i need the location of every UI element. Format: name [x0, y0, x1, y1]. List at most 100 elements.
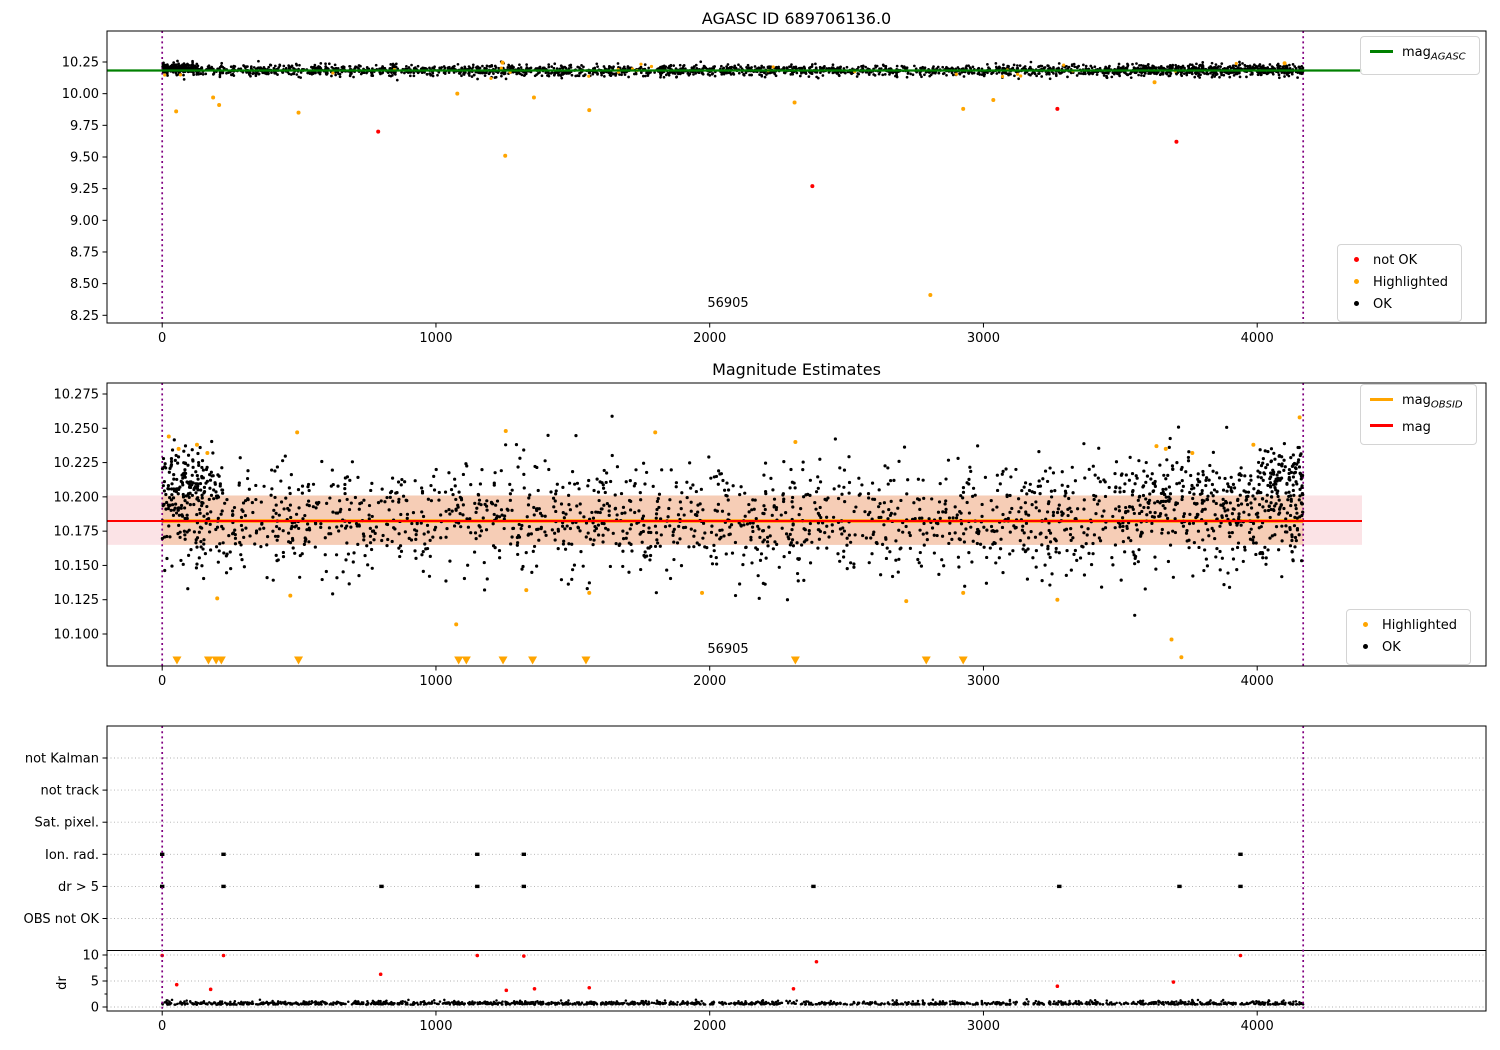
dr-axis-label: dr: [55, 976, 70, 990]
legend-item: magAGASC: [1370, 42, 1466, 69]
dr-not-ok-point: [174, 982, 179, 987]
highlighted-point: [166, 434, 171, 439]
flag-category-label: not track: [40, 784, 99, 799]
middle-plot-title: Magnitude Estimates: [712, 360, 881, 379]
dr-gt5-flag: [1057, 884, 1062, 889]
ion-rad-flag: [521, 852, 527, 856]
mag-line-swatch: [1370, 424, 1393, 428]
dr-gt5-flag: [379, 884, 384, 889]
y-tick-label: 9.25: [70, 182, 99, 197]
legend-label: OK: [1382, 640, 1401, 655]
highlighted-point: [215, 596, 220, 601]
highlighted-point: [524, 588, 529, 593]
flag-category-label: Ion. rad.: [45, 848, 99, 863]
y-tick-label: 8.75: [70, 245, 99, 260]
legend-item: OK: [1356, 637, 1457, 659]
ok-dot-swatch: [1354, 301, 1359, 306]
highlighted-point: [653, 430, 658, 435]
not-ok-dot-swatch: [1354, 257, 1359, 262]
x-tick-label: 3000: [967, 674, 1000, 689]
dr-not-ok-point: [1238, 953, 1243, 958]
highlighted-point: [1282, 61, 1287, 66]
below-range-marker: [203, 656, 213, 665]
legend-label: magOBSID: [1402, 393, 1463, 411]
highlighted-point: [500, 60, 505, 65]
dr-not-ok-point: [475, 953, 480, 958]
middle-plot-data: [107, 383, 1362, 666]
dr-not-ok-point: [522, 954, 526, 958]
dr-not-ok-point: [587, 985, 592, 990]
dr-not-ok-point: [504, 988, 509, 993]
dr-gt5-flag: [811, 884, 816, 889]
legend-item: magOBSID: [1370, 390, 1463, 417]
not-ok-point: [810, 184, 815, 189]
y-tick-label: 9.00: [70, 214, 99, 229]
legend-mag-agasc: magAGASC: [1360, 36, 1480, 75]
highlighted-point: [793, 439, 798, 444]
dr-not-ok-point: [221, 953, 226, 958]
dr-not-ok-point: [1171, 980, 1176, 984]
y-tick-label: 10.125: [54, 593, 100, 608]
legend-item: Highlighted: [1356, 615, 1457, 637]
highlighted-point: [1169, 637, 1174, 642]
highlighted-point: [288, 593, 293, 598]
mag-obsid-line-swatch: [1370, 397, 1393, 401]
not-ok-point: [376, 129, 381, 134]
highlighted-point: [904, 599, 909, 604]
highlighted-point: [295, 430, 300, 435]
highlighted-dot-swatch: [1363, 622, 1368, 627]
mag-agasc-line-swatch: [1370, 49, 1393, 53]
axes-border: [106, 725, 1487, 1012]
x-tick-label: 1000: [419, 1019, 452, 1034]
y-tick-label: 10.250: [54, 422, 100, 437]
not-ok-point: [1174, 139, 1179, 144]
flag-category-label: Sat. pixel.: [35, 816, 99, 831]
legend-label: Highlighted: [1382, 618, 1457, 633]
highlighted-point: [792, 100, 797, 105]
legend-label: not OK: [1373, 253, 1418, 268]
dr-gt5-flag: [475, 884, 480, 889]
legend-item: OK: [1347, 294, 1448, 316]
dr-tick-label: 0: [91, 1001, 99, 1016]
highlighted-point: [217, 103, 222, 108]
x-tick-label: 0: [158, 674, 166, 689]
dr-not-ok-point: [532, 987, 537, 991]
legend-label: mag: [1402, 419, 1431, 435]
x-tick-label: 4000: [1241, 674, 1274, 689]
highlighted-point: [296, 110, 301, 115]
below-range-marker: [454, 656, 464, 665]
y-tick-label: 9.50: [70, 150, 99, 165]
y-tick-label: 8.25: [70, 309, 99, 324]
dr-gt5-flag: [521, 884, 527, 889]
bottom-plot-data: [107, 726, 1486, 1011]
x-tick-label: 2000: [693, 1019, 726, 1034]
highlighted-point: [194, 442, 199, 447]
dr-not-ok-point: [814, 959, 819, 964]
dr-tick-label: 5: [91, 975, 99, 990]
legend-item: Highlighted: [1347, 272, 1448, 294]
highlighted-point: [455, 91, 460, 96]
x-tick-label: 4000: [1241, 331, 1274, 346]
highlighted-point: [991, 97, 996, 102]
highlighted-point: [1055, 597, 1060, 602]
not-ok-point: [1055, 106, 1060, 111]
figure: 0 1000 2000 3000 4000 0 1000 2000 3000 4000 0 1000 2…: [0, 0, 1500, 1050]
ion-rad-flag: [475, 852, 480, 856]
highlighted-point: [961, 106, 966, 111]
x-tick-label: 2000: [693, 674, 726, 689]
highlighted-point: [176, 446, 181, 451]
below-range-marker: [921, 656, 931, 665]
highlighted-dot-swatch: [1354, 279, 1359, 284]
x-tick-label: 2000: [693, 331, 726, 346]
highlighted-point: [454, 622, 459, 627]
highlighted-point: [1251, 442, 1256, 447]
y-tick-label: 10.200: [54, 490, 100, 505]
dr-tick-label: 10: [82, 949, 99, 964]
y-tick-label: 10.225: [54, 456, 100, 471]
below-range-marker: [958, 656, 968, 665]
dr-not-ok-point: [791, 987, 796, 991]
highlighted-point: [587, 590, 592, 595]
legend-top-markers: not OK Highlighted OK: [1337, 244, 1462, 322]
highlighted-point: [1152, 80, 1157, 85]
highlighted-point: [174, 109, 179, 114]
